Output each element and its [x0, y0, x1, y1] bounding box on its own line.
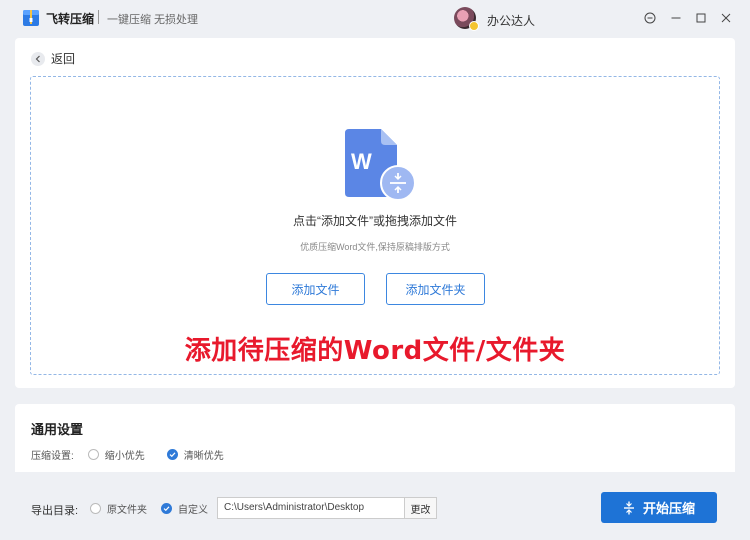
compress-setting-row: 压缩设置: 缩小优先 清晰优先	[31, 447, 246, 462]
settings-button[interactable]	[640, 8, 660, 28]
word-document-icon: W	[345, 129, 416, 201]
title-divider	[98, 10, 99, 24]
title-bar: 飞转压缩 一键压缩 无损处理 办公达人	[0, 0, 750, 36]
maximize-icon	[696, 13, 706, 23]
username[interactable]: 办公达人	[487, 12, 535, 29]
radio-original-folder-label[interactable]: 原文件夹	[107, 501, 147, 516]
back-label: 返回	[51, 52, 76, 66]
upload-panel: 返回 W 点击“添加文件”或拖拽添加文件 优质压缩Word文件,保持原稿排版方式…	[15, 38, 735, 388]
minimize-icon	[671, 17, 681, 19]
dropzone-main-text: 点击“添加文件”或拖拽添加文件	[293, 214, 457, 228]
instruction-caption: 添加待压缩的Word文件/文件夹	[184, 336, 566, 366]
minimize-button[interactable]	[666, 8, 686, 28]
export-options: 原文件夹 自定义	[90, 501, 230, 516]
app-logo-icon	[23, 10, 39, 26]
bottom-bar: 导出目录: 原文件夹 自定义 C:\Users\Administrator\De…	[0, 480, 750, 540]
app-slogan: 一键压缩 无损处理	[107, 14, 199, 26]
start-compress-button[interactable]: 开始压缩	[601, 492, 717, 523]
settings-title: 通用设置	[31, 422, 84, 437]
radio-custom-folder[interactable]	[161, 503, 172, 514]
start-compress-label: 开始压缩	[642, 501, 695, 516]
export-dir-label: 导出目录:	[31, 505, 79, 517]
file-dropzone[interactable]: W 点击“添加文件”或拖拽添加文件 优质压缩Word文件,保持原稿排版方式 添加…	[30, 76, 720, 375]
settings-icon	[644, 12, 656, 24]
add-folder-button[interactable]: 添加文件夹	[386, 273, 485, 305]
back-button[interactable]: 返回	[31, 50, 75, 67]
close-icon	[721, 13, 731, 23]
change-path-button[interactable]: 更改	[404, 497, 437, 519]
app-name: 飞转压缩	[46, 12, 95, 26]
general-settings-panel: 通用设置 压缩设置: 缩小优先 清晰优先	[15, 404, 735, 472]
export-path-field[interactable]: C:\Users\Administrator\Desktop	[217, 497, 405, 519]
check-icon	[163, 506, 170, 512]
radio-size-priority-label[interactable]: 缩小优先	[105, 447, 145, 462]
maximize-button[interactable]	[691, 8, 711, 28]
compress-setting-label: 压缩设置:	[31, 451, 74, 462]
chevron-left-icon	[31, 51, 45, 66]
radio-custom-folder-label[interactable]: 自定义	[178, 501, 208, 516]
radio-size-priority[interactable]	[87, 449, 99, 460]
add-file-button[interactable]: 添加文件	[266, 273, 365, 305]
radio-clarity-priority[interactable]	[166, 449, 178, 460]
dropzone-sub-text: 优质压缩Word文件,保持原稿排版方式	[300, 242, 450, 252]
check-icon	[169, 452, 176, 458]
vip-badge-icon	[469, 21, 479, 31]
radio-clarity-priority-label[interactable]: 清晰优先	[184, 447, 224, 462]
svg-text:W: W	[351, 149, 372, 174]
radio-original-folder[interactable]	[90, 503, 101, 514]
close-button[interactable]	[716, 8, 736, 28]
compress-icon	[623, 501, 634, 514]
